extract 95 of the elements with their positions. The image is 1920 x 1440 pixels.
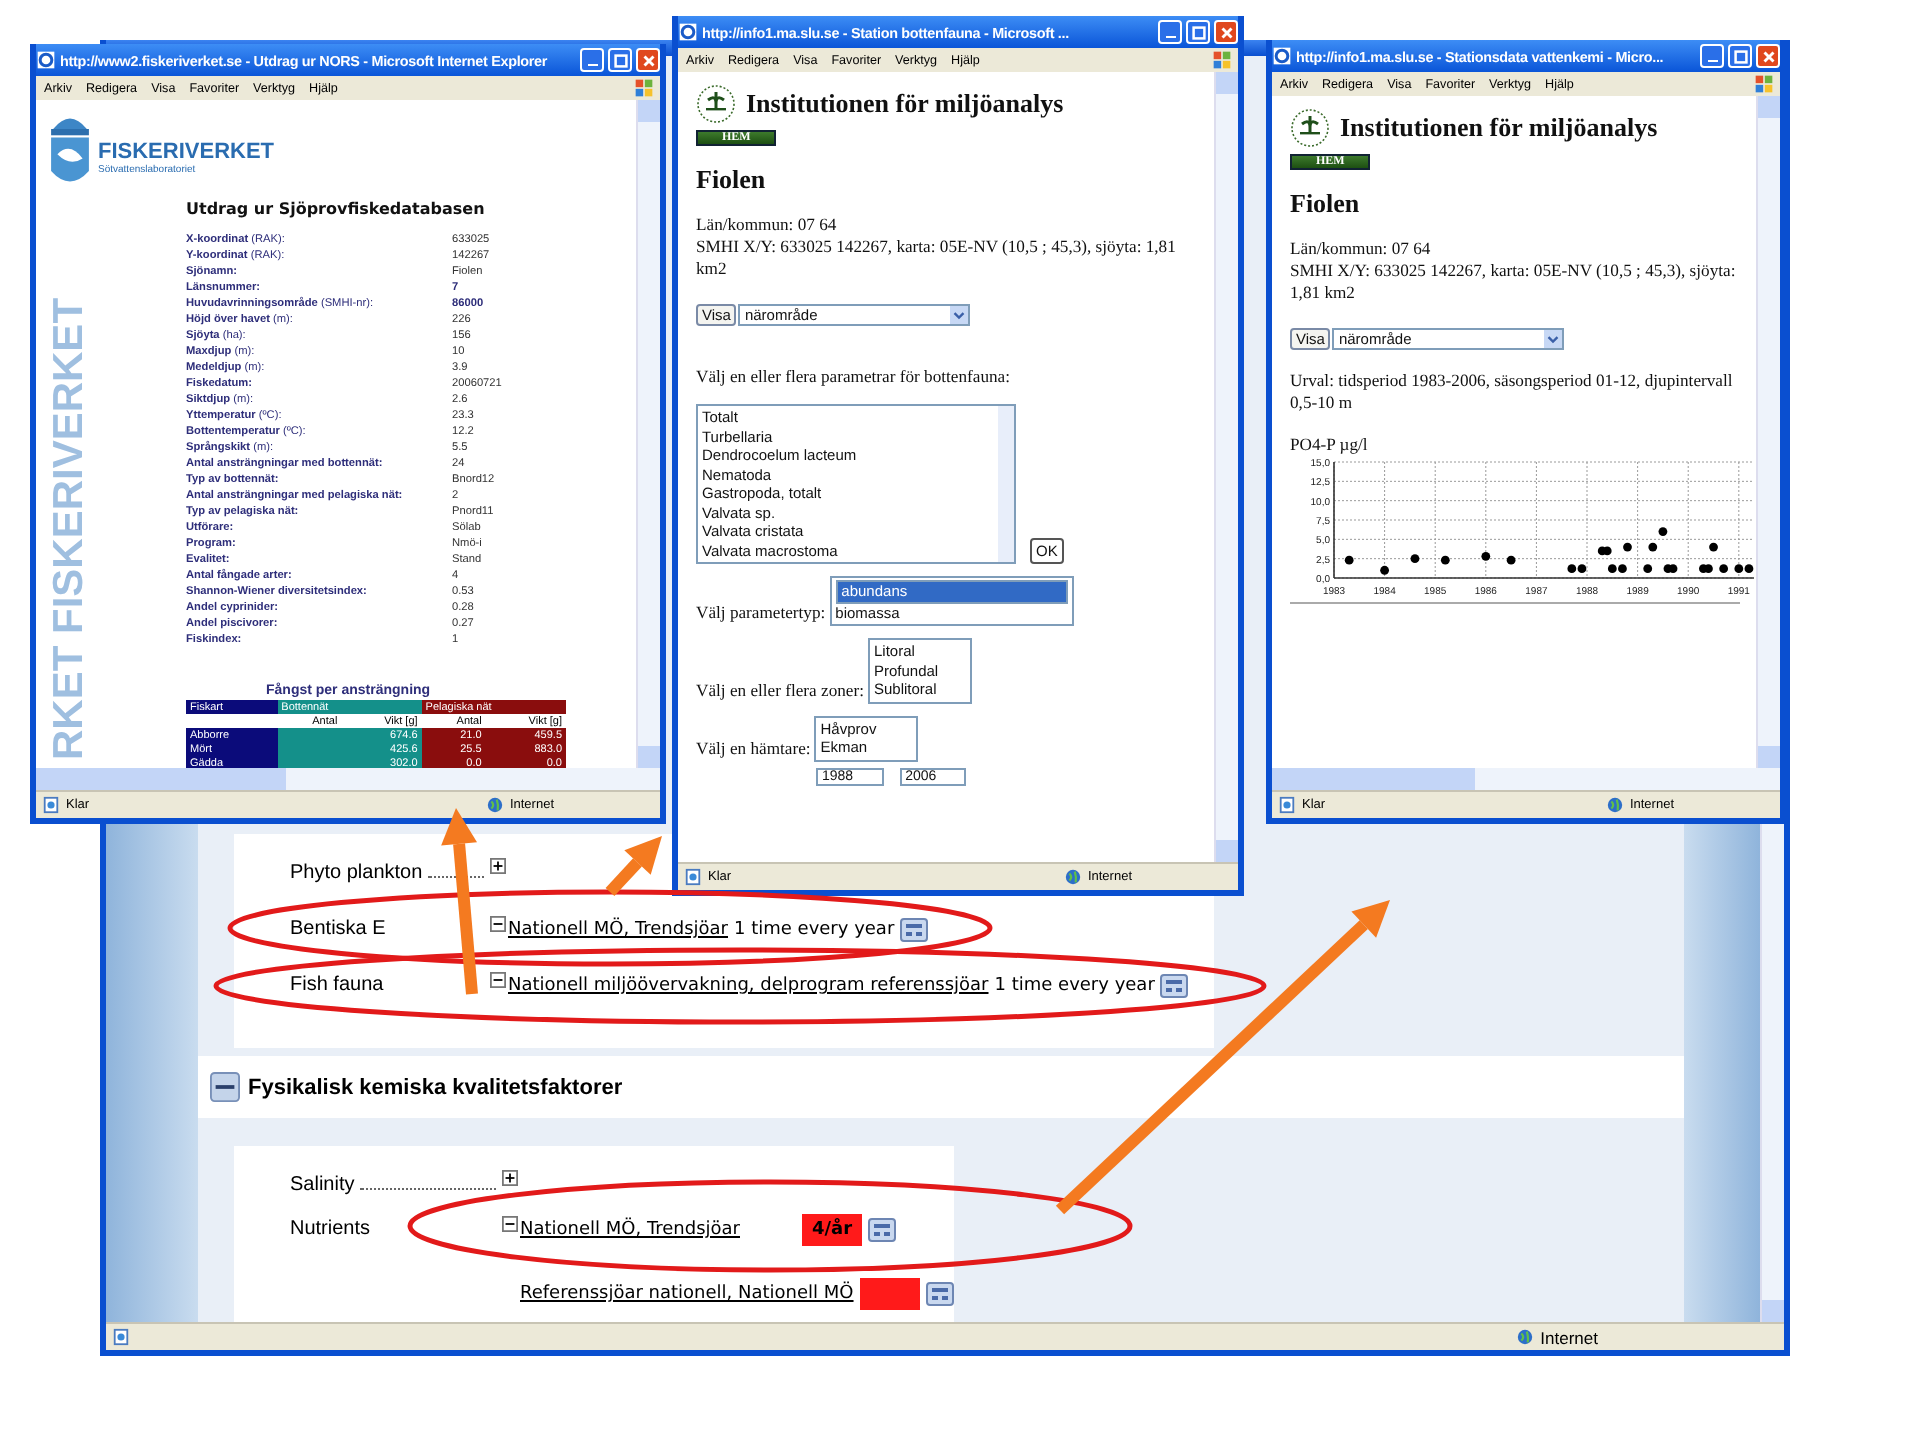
- frequency-cell: 4/år: [802, 1214, 862, 1246]
- zone-text: Internet: [1540, 1327, 1598, 1347]
- factor-label: Fish fauna: [290, 972, 384, 1000]
- data-point: [1623, 542, 1632, 552]
- page-icon: [1278, 796, 1296, 814]
- page-icon: [112, 1328, 130, 1346]
- organization-name: Institutionen för miljöanalys: [1340, 112, 1658, 144]
- globe-icon: [1063, 868, 1082, 886]
- maximize-icon: [1189, 23, 1207, 41]
- frequency-text: 1 time every year: [734, 920, 895, 940]
- data-point: [1719, 564, 1729, 574]
- windows-flag-icon: [634, 78, 654, 98]
- calendar-icon[interactable]: [925, 1282, 954, 1306]
- watermark-text: RKET FISKERIVERKET: [44, 297, 94, 760]
- station-heading: Fiolen: [1290, 188, 1362, 220]
- calendar-icon[interactable]: [868, 1218, 896, 1242]
- maximize-icon: [611, 51, 629, 69]
- logo-name: FISKERIVERKET: [98, 140, 275, 164]
- program-link[interactable]: Nationell MÖ, Trendsjöar: [520, 1220, 740, 1240]
- selection-text: Urval: tidsperiod 1983-2006, säsongsperiod 01-12, djupintervall 0,5-10 m: [1290, 370, 1735, 414]
- windows-flag-icon: [1212, 50, 1232, 70]
- chart-title: PO4-P µg/l: [1290, 434, 1370, 454]
- maximize-button[interactable]: [1186, 20, 1210, 44]
- factor-label: Phyto plankton: [290, 860, 423, 888]
- expand-icon[interactable]: [490, 858, 506, 874]
- vertical-scrollbar[interactable]: [1756, 96, 1780, 768]
- page-icon: [684, 868, 702, 886]
- data-point: [1648, 542, 1658, 552]
- circular-logo-icon: [1290, 108, 1330, 148]
- program-link[interactable]: Nationell MÖ, Trendsjöar: [508, 920, 728, 940]
- horizontal-scrollbar[interactable]: [36, 768, 660, 790]
- globe-icon: [485, 796, 504, 814]
- calendar-icon[interactable]: [1160, 974, 1189, 998]
- minimize-button[interactable]: [580, 48, 604, 72]
- close-button[interactable]: [636, 48, 660, 72]
- arrow: [605, 836, 662, 897]
- dropdown-caret-icon[interactable]: [1544, 330, 1563, 348]
- page-icon: [42, 796, 60, 814]
- globe-icon: [1516, 1328, 1535, 1346]
- data-point: [1709, 542, 1718, 552]
- frequency-text: 1 time every year: [994, 976, 1155, 996]
- prompt-text: Välj en eller flera zoner:: [696, 679, 864, 703]
- data-point: [1380, 565, 1389, 575]
- collapse-icon[interactable]: [490, 916, 506, 932]
- expand-icon[interactable]: [502, 1170, 518, 1186]
- calendar-icon[interactable]: [900, 918, 929, 942]
- program-link[interactable]: Nationell miljöövervakning, delprogram referenssjöar: [508, 976, 989, 996]
- list-scrollbar[interactable]: [998, 406, 1014, 562]
- station-info: SMHI X/Y: 633025 142267, karta: 05E-NV (10,5 ; 45,3), sjöyta: 1,81 km2: [1290, 260, 1738, 304]
- collapse-icon[interactable]: [490, 972, 506, 988]
- station-info: Län/kommun: 07 64: [1290, 238, 1433, 260]
- data-point: [1658, 527, 1668, 536]
- maximize-button[interactable]: [1728, 44, 1752, 68]
- windows-flag-icon: [1754, 74, 1774, 94]
- minimize-button[interactable]: [1700, 44, 1724, 68]
- data-point: [1643, 564, 1653, 574]
- station-heading: Fiolen: [696, 164, 768, 196]
- close-icon: [1217, 23, 1235, 41]
- program-link[interactable]: Referenssjöar nationell, Nationell MÖ: [520, 1284, 854, 1304]
- data-point: [1481, 551, 1491, 561]
- factor-label: Salinity: [290, 1172, 355, 1200]
- page-heading: Utdrag ur Sjöprovfiskedatabasen: [186, 200, 487, 218]
- collapse-icon[interactable]: [502, 1216, 518, 1232]
- data-point: [1506, 555, 1516, 565]
- station-info: SMHI X/Y: 633025 142267, karta: 05E-NV (10,5 ; 45,3), sjöyta: 1,81 km2: [696, 236, 1178, 280]
- vertical-scrollbar[interactable]: [1214, 72, 1238, 862]
- browser-icon: [678, 22, 698, 42]
- vertical-scrollbar[interactable]: [1760, 822, 1784, 1322]
- data-point: [1344, 555, 1354, 565]
- globe-icon: [1605, 796, 1624, 814]
- prompt-text: Välj en eller flera parametrar för bottenfauna:: [696, 366, 1012, 388]
- data-point: [1410, 554, 1420, 564]
- circular-logo-icon: [696, 84, 736, 124]
- data-point: [1440, 555, 1450, 565]
- factor-label: Bentiska E: [290, 916, 386, 944]
- collapse-icon[interactable]: [210, 1072, 240, 1102]
- vertical-scrollbar[interactable]: [636, 100, 660, 768]
- horizontal-scrollbar[interactable]: [1272, 768, 1780, 790]
- prompt-text: Välj parametertyp:: [696, 602, 826, 626]
- station-info: Län/kommun: 07 64: [696, 214, 839, 236]
- section-title: Fysikalisk kemiska kvalitetsfaktorer: [248, 1075, 623, 1099]
- browser-icon: [36, 50, 56, 70]
- close-button[interactable]: [1756, 44, 1780, 68]
- maximize-icon: [1731, 47, 1749, 65]
- close-icon: [1759, 47, 1777, 65]
- prompt-text: Välj en hämtare:: [696, 737, 811, 761]
- minimize-icon: [587, 63, 597, 67]
- minimize-button[interactable]: [1158, 20, 1182, 44]
- maximize-button[interactable]: [608, 48, 632, 72]
- browser-icon: [1272, 46, 1292, 66]
- close-button[interactable]: [1214, 20, 1238, 44]
- organization-name: Institutionen för miljöanalys: [746, 88, 1064, 120]
- close-icon: [639, 51, 657, 69]
- dropdown-caret-icon[interactable]: [950, 306, 969, 324]
- factor-label: Nutrients: [290, 1216, 371, 1244]
